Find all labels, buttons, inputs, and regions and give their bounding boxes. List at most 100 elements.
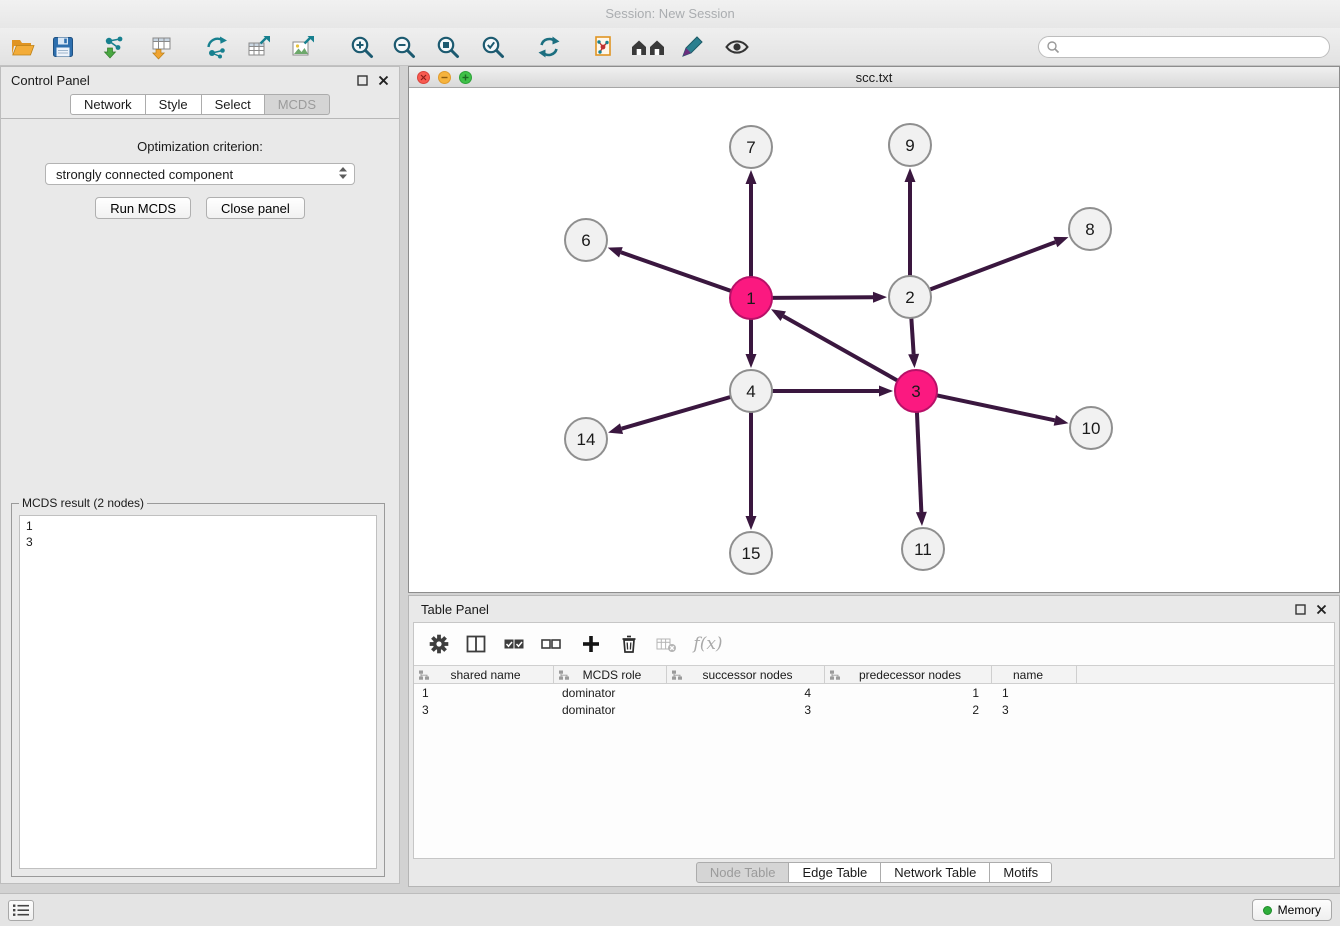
table-cell[interactable]: 4 xyxy=(667,686,825,700)
graph-edge[interactable] xyxy=(622,397,731,429)
table-toolbar: f(x) xyxy=(414,623,1334,665)
graph-node-15[interactable]: 15 xyxy=(730,532,772,574)
tab-motifs[interactable]: Motifs xyxy=(990,862,1052,883)
memory-status-dot xyxy=(1263,906,1272,915)
table-cell[interactable]: 2 xyxy=(825,703,992,717)
deselect-all-columns-button[interactable] xyxy=(536,629,566,659)
float-table-panel-icon[interactable] xyxy=(1295,604,1306,615)
style-brush-icon xyxy=(679,34,705,60)
window-close-button[interactable] xyxy=(417,71,430,84)
column-header-predecessor-nodes[interactable]: predecessor nodes xyxy=(825,666,992,683)
table-row[interactable]: 1 dominator 4 1 1 xyxy=(414,684,1334,701)
graph-edge[interactable] xyxy=(772,297,873,298)
table-cell[interactable]: 1 xyxy=(825,686,992,700)
tab-edge-table[interactable]: Edge Table xyxy=(789,862,881,883)
graph-node-7[interactable]: 7 xyxy=(730,126,772,168)
task-history-button[interactable] xyxy=(8,900,34,921)
run-mcds-button[interactable]: Run MCDS xyxy=(95,197,191,219)
import-table-button[interactable] xyxy=(144,31,178,63)
table-row[interactable]: 3 dominator 3 2 3 xyxy=(414,701,1334,718)
graph-node-label: 11 xyxy=(914,540,932,559)
graph-node-1[interactable]: 1 xyxy=(730,277,772,319)
table-cell[interactable]: 3 xyxy=(992,703,1077,717)
import-network-button[interactable] xyxy=(96,31,130,63)
window-zoom-button[interactable] xyxy=(459,71,472,84)
network-graph[interactable]: 7 9 6 8 1 2 4 3 14 10 15 11 xyxy=(409,88,1339,592)
graph-node-10[interactable]: 10 xyxy=(1070,407,1112,449)
graph-node-3[interactable]: 3 xyxy=(895,370,937,412)
column-header-mcds-role[interactable]: MCDS role xyxy=(554,666,667,683)
table-cell[interactable]: dominator xyxy=(554,703,667,717)
tab-node-table[interactable]: Node Table xyxy=(696,862,790,883)
tab-network[interactable]: Network xyxy=(70,94,146,115)
graph-edge[interactable] xyxy=(917,412,921,512)
search-box[interactable] xyxy=(1038,36,1330,58)
first-neighbors-button[interactable] xyxy=(587,31,621,63)
delete-table-button[interactable] xyxy=(651,629,681,659)
show-panels-button[interactable] xyxy=(627,31,669,63)
delete-column-button[interactable] xyxy=(614,629,644,659)
panel-splitter[interactable] xyxy=(400,66,408,884)
graph-edge-arrow-icon xyxy=(873,292,887,303)
column-tree-icon xyxy=(671,669,683,681)
graph-node-9[interactable]: 9 xyxy=(889,124,931,166)
zoom-fit-icon xyxy=(435,34,461,60)
float-panel-icon[interactable] xyxy=(357,75,368,86)
tab-mcds[interactable]: MCDS xyxy=(265,94,330,115)
table-cell[interactable]: 3 xyxy=(414,703,554,717)
graph-edge[interactable] xyxy=(930,242,1056,290)
table-settings-button[interactable] xyxy=(424,629,454,659)
graph-edge-arrow-icon xyxy=(879,386,893,397)
graph-edge[interactable] xyxy=(621,252,731,291)
gear-icon xyxy=(428,633,450,655)
graph-node-4[interactable]: 4 xyxy=(730,370,772,412)
table-panel-tabs: Node Table Edge Table Network Table Moti… xyxy=(409,859,1339,886)
column-header-successor-nodes[interactable]: successor nodes xyxy=(667,666,825,683)
graph-node-2[interactable]: 2 xyxy=(889,276,931,318)
graph-edge[interactable] xyxy=(937,395,1055,420)
table-panel-body: f(x) shared name xyxy=(413,622,1335,859)
zoom-fit-button[interactable] xyxy=(431,31,465,63)
memory-button[interactable]: Memory xyxy=(1252,899,1332,921)
zoom-out-icon xyxy=(391,34,417,60)
show-columns-button[interactable] xyxy=(461,629,491,659)
tab-select[interactable]: Select xyxy=(202,94,265,115)
export-network-button[interactable] xyxy=(200,31,234,63)
close-control-panel-icon[interactable] xyxy=(378,75,389,86)
zoom-out-button[interactable] xyxy=(387,31,421,63)
graph-edge[interactable] xyxy=(783,316,897,381)
criterion-dropdown[interactable]: strongly connected component xyxy=(45,163,355,185)
column-header-shared-name[interactable]: shared name xyxy=(414,666,554,683)
export-table-button[interactable] xyxy=(242,31,276,63)
open-session-button[interactable] xyxy=(6,31,40,63)
window-minimize-button[interactable] xyxy=(438,71,451,84)
table-cell[interactable]: 1 xyxy=(992,686,1077,700)
create-column-button[interactable] xyxy=(576,629,606,659)
table-cell[interactable]: 1 xyxy=(414,686,554,700)
graph-node-6[interactable]: 6 xyxy=(565,219,607,261)
search-input[interactable] xyxy=(1064,40,1329,54)
tab-style[interactable]: Style xyxy=(146,94,202,115)
apply-style-button[interactable] xyxy=(675,31,709,63)
tab-network-table[interactable]: Network Table xyxy=(881,862,990,883)
apply-layout-button[interactable] xyxy=(532,31,566,63)
delete-column-icon xyxy=(618,633,640,655)
table-cell[interactable]: 3 xyxy=(667,703,825,717)
zoom-in-button[interactable] xyxy=(345,31,379,63)
graph-node-11[interactable]: 11 xyxy=(902,528,944,570)
table-cell[interactable]: dominator xyxy=(554,686,667,700)
mcds-result-text[interactable]: 1 3 xyxy=(19,515,377,869)
graph-node-14[interactable]: 14 xyxy=(565,418,607,460)
column-header-name[interactable]: name xyxy=(992,666,1077,683)
memory-label: Memory xyxy=(1278,903,1321,917)
graphics-details-button[interactable] xyxy=(720,31,754,63)
export-image-button[interactable] xyxy=(286,31,320,63)
select-all-columns-button[interactable] xyxy=(499,629,529,659)
close-table-panel-icon[interactable] xyxy=(1316,604,1327,615)
graph-node-8[interactable]: 8 xyxy=(1069,208,1111,250)
save-session-button[interactable] xyxy=(46,31,80,63)
function-builder-button[interactable]: f(x) xyxy=(689,629,727,659)
close-panel-button[interactable]: Close panel xyxy=(206,197,305,219)
zoom-selected-button[interactable] xyxy=(476,31,510,63)
graph-edge[interactable] xyxy=(911,318,913,354)
